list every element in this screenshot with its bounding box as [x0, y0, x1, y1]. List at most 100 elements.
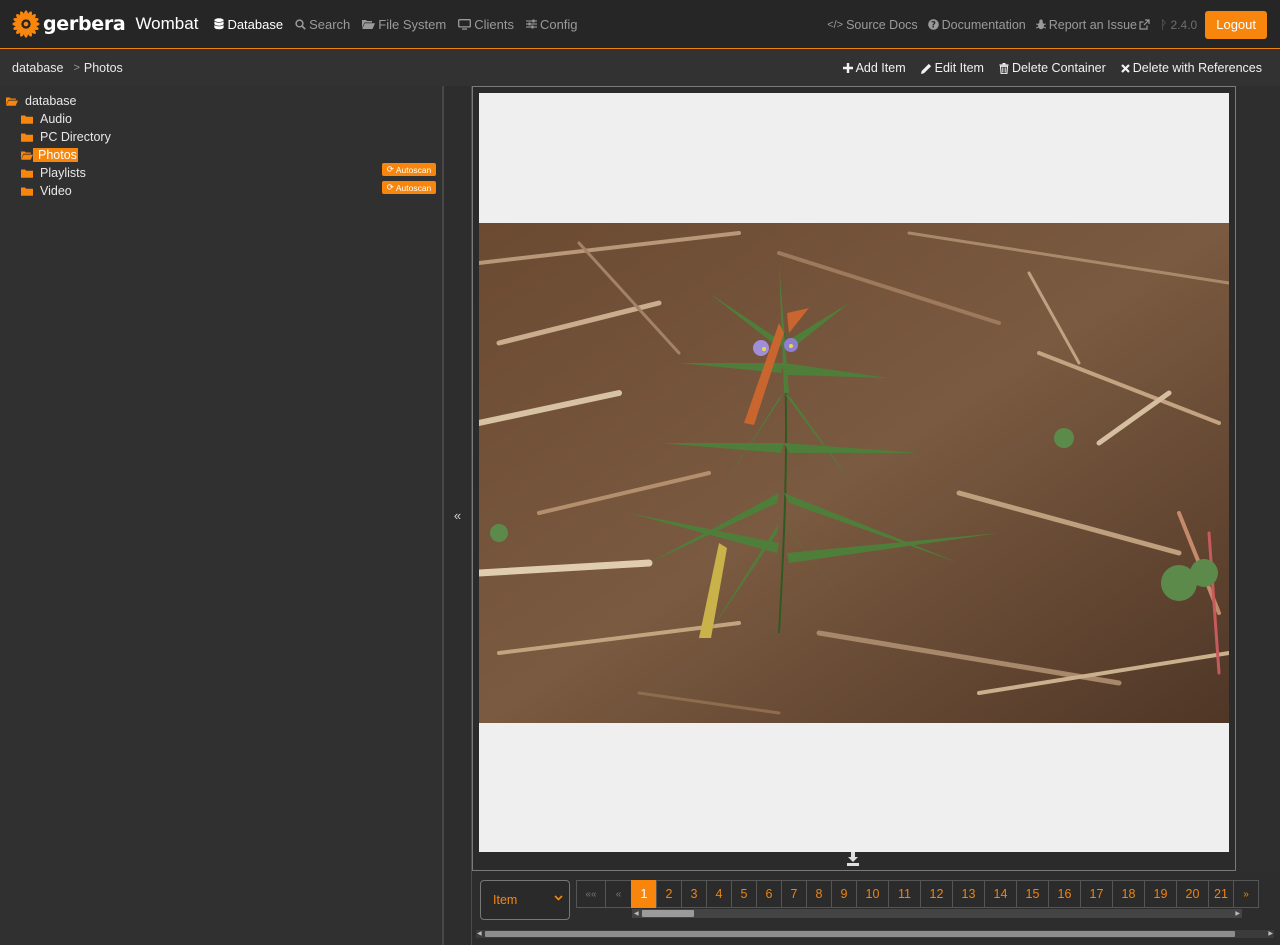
delete-with-references-label: Delete with References [1132, 61, 1262, 75]
pagination: «« « 1 2 3 4 5 6 7 8 9 10 11 12 13 14 15 16 17 18 19 20 21» [576, 880, 1259, 908]
page-button-7[interactable]: 7 [781, 880, 807, 908]
add-item-button[interactable]: Add Item [842, 61, 906, 75]
page-button-19[interactable]: 19 [1144, 880, 1177, 908]
bug-icon [1035, 19, 1046, 30]
nav-clients-label: Clients [474, 16, 514, 32]
scroll-left-icon[interactable]: ◀ [477, 930, 482, 937]
tree-item-label: Audio [40, 112, 72, 126]
navbar: gerbera Wombat Database Search File Syst… [0, 0, 1280, 49]
folder-open-icon [362, 20, 376, 29]
brand-subtitle: Wombat [135, 14, 199, 33]
nav-clients[interactable]: Clients [458, 17, 514, 32]
page-button-10[interactable]: 10 [856, 880, 889, 908]
page-button-4[interactable]: 4 [706, 880, 732, 908]
refresh-icon: ⟳ [386, 164, 394, 174]
source-docs-label: Source Docs [846, 17, 918, 32]
add-item-label: Add Item [855, 61, 906, 75]
gerbera-logo-icon [12, 10, 40, 38]
page-prev-button[interactable]: « [605, 880, 632, 908]
external-link-icon [1139, 19, 1150, 30]
page-button-21[interactable]: 21 [1208, 880, 1234, 908]
main-nav: Database Search File System Clients Conf… [214, 17, 589, 32]
breadcrumb: database > Photos [12, 61, 123, 75]
folder-open-icon [21, 151, 33, 160]
pagination-scrollbar[interactable]: ◀ ▶ [632, 909, 1242, 918]
nav-file-system[interactable]: File System [362, 17, 446, 32]
scroll-left-icon[interactable]: ◀ [634, 910, 639, 917]
pagination-scroll-thumb[interactable] [642, 910, 694, 917]
autoscan-badge-video[interactable]: ⟳ Autoscan [382, 181, 436, 194]
panel-scroll-thumb[interactable] [485, 931, 1235, 937]
database-icon [214, 18, 225, 30]
nav-database-label: Database [227, 16, 284, 32]
item-type-select[interactable]: Item [480, 880, 570, 920]
collapse-tree-button[interactable]: « [444, 86, 472, 945]
desktop-icon [458, 18, 472, 30]
plant-photo-image [479, 93, 1229, 852]
svg-text:?: ? [931, 21, 936, 30]
trash-icon [999, 62, 1009, 74]
nav-config[interactable]: Config [525, 16, 578, 32]
tree-item-pc-directory[interactable]: PC Directory [21, 128, 111, 146]
download-icon[interactable] [847, 852, 859, 866]
page-button-9[interactable]: 9 [831, 880, 857, 908]
page-next-button[interactable]: » [1233, 880, 1259, 908]
logout-button[interactable]: Logout [1205, 10, 1267, 39]
autoscan-badge-playlists[interactable]: ⟳ Autoscan [382, 163, 436, 176]
right-gutter [1236, 86, 1280, 871]
delete-container-button[interactable]: Delete Container [999, 61, 1106, 75]
documentation-link[interactable]: ? Documentation [927, 17, 1026, 32]
tree-item-playlists[interactable]: Playlists [21, 164, 86, 182]
folder-icon [21, 187, 33, 196]
nav-file-system-label: File System [378, 16, 447, 32]
nav-config-label: Config [539, 16, 578, 32]
tree-item-photos[interactable]: Photos [21, 146, 78, 164]
delete-with-references-button[interactable]: Delete with References [1120, 61, 1262, 75]
brand[interactable]: gerbera Wombat [12, 10, 198, 38]
page-button-3[interactable]: 3 [681, 880, 707, 908]
scroll-right-icon[interactable]: ▶ [1235, 910, 1240, 917]
autoscan-label: Autoscan [395, 182, 432, 193]
page-button-5[interactable]: 5 [731, 880, 757, 908]
tree-item-video[interactable]: Video [21, 182, 72, 200]
page-button-16[interactable]: 16 [1048, 880, 1081, 908]
breadcrumb-root[interactable]: database [12, 61, 63, 75]
page-button-17[interactable]: 17 [1080, 880, 1113, 908]
page-first-button[interactable]: «« [576, 880, 606, 908]
nav-search[interactable]: Search [295, 17, 350, 32]
report-issue-link[interactable]: Report an Issue [1035, 18, 1150, 32]
search-icon [295, 18, 306, 30]
page-button-2[interactable]: 2 [656, 880, 682, 908]
page-button-12[interactable]: 12 [920, 880, 953, 908]
pagination-area: Item «« « 1 2 3 4 5 6 7 8 9 10 11 12 13 14 15 16 17 18 19 2… [472, 871, 1280, 945]
page-button-20[interactable]: 20 [1176, 880, 1209, 908]
version-info: ᚹ 2.4.0 [1160, 18, 1197, 32]
tree-item-audio[interactable]: Audio [21, 110, 72, 128]
page-button-8[interactable]: 8 [806, 880, 832, 908]
tree-item-label: PC Directory [40, 130, 111, 144]
page-button-1[interactable]: 1 [631, 880, 657, 908]
page-button-15[interactable]: 15 [1016, 880, 1049, 908]
folder-open-icon [6, 97, 18, 106]
brand-name: gerbera [43, 13, 126, 35]
edit-item-button[interactable]: Edit Item [920, 61, 984, 75]
page-button-18[interactable]: 18 [1112, 880, 1145, 908]
version-label: 2.4.0 [1170, 17, 1198, 32]
page-button-11[interactable]: 11 [888, 880, 921, 908]
page-button-13[interactable]: 13 [952, 880, 985, 908]
documentation-label: Documentation [941, 17, 1026, 32]
scroll-right-icon[interactable]: ▶ [1268, 930, 1273, 937]
item-type-value: Item [493, 893, 518, 907]
panel-scrollbar[interactable]: ◀ ▶ [476, 930, 1274, 938]
edit-item-label: Edit Item [934, 61, 984, 75]
source-docs-link[interactable]: </> Source Docs [827, 18, 917, 32]
breadcrumb-separator: > [73, 62, 80, 74]
plus-icon [842, 63, 853, 73]
nav-database[interactable]: Database [214, 17, 283, 32]
folder-icon [21, 133, 33, 142]
page-button-6[interactable]: 6 [756, 880, 782, 908]
photo-thumbnail[interactable] [479, 93, 1229, 852]
tree-item-label: Video [40, 184, 72, 198]
tree-root-database[interactable]: database [6, 92, 76, 110]
page-button-14[interactable]: 14 [984, 880, 1017, 908]
